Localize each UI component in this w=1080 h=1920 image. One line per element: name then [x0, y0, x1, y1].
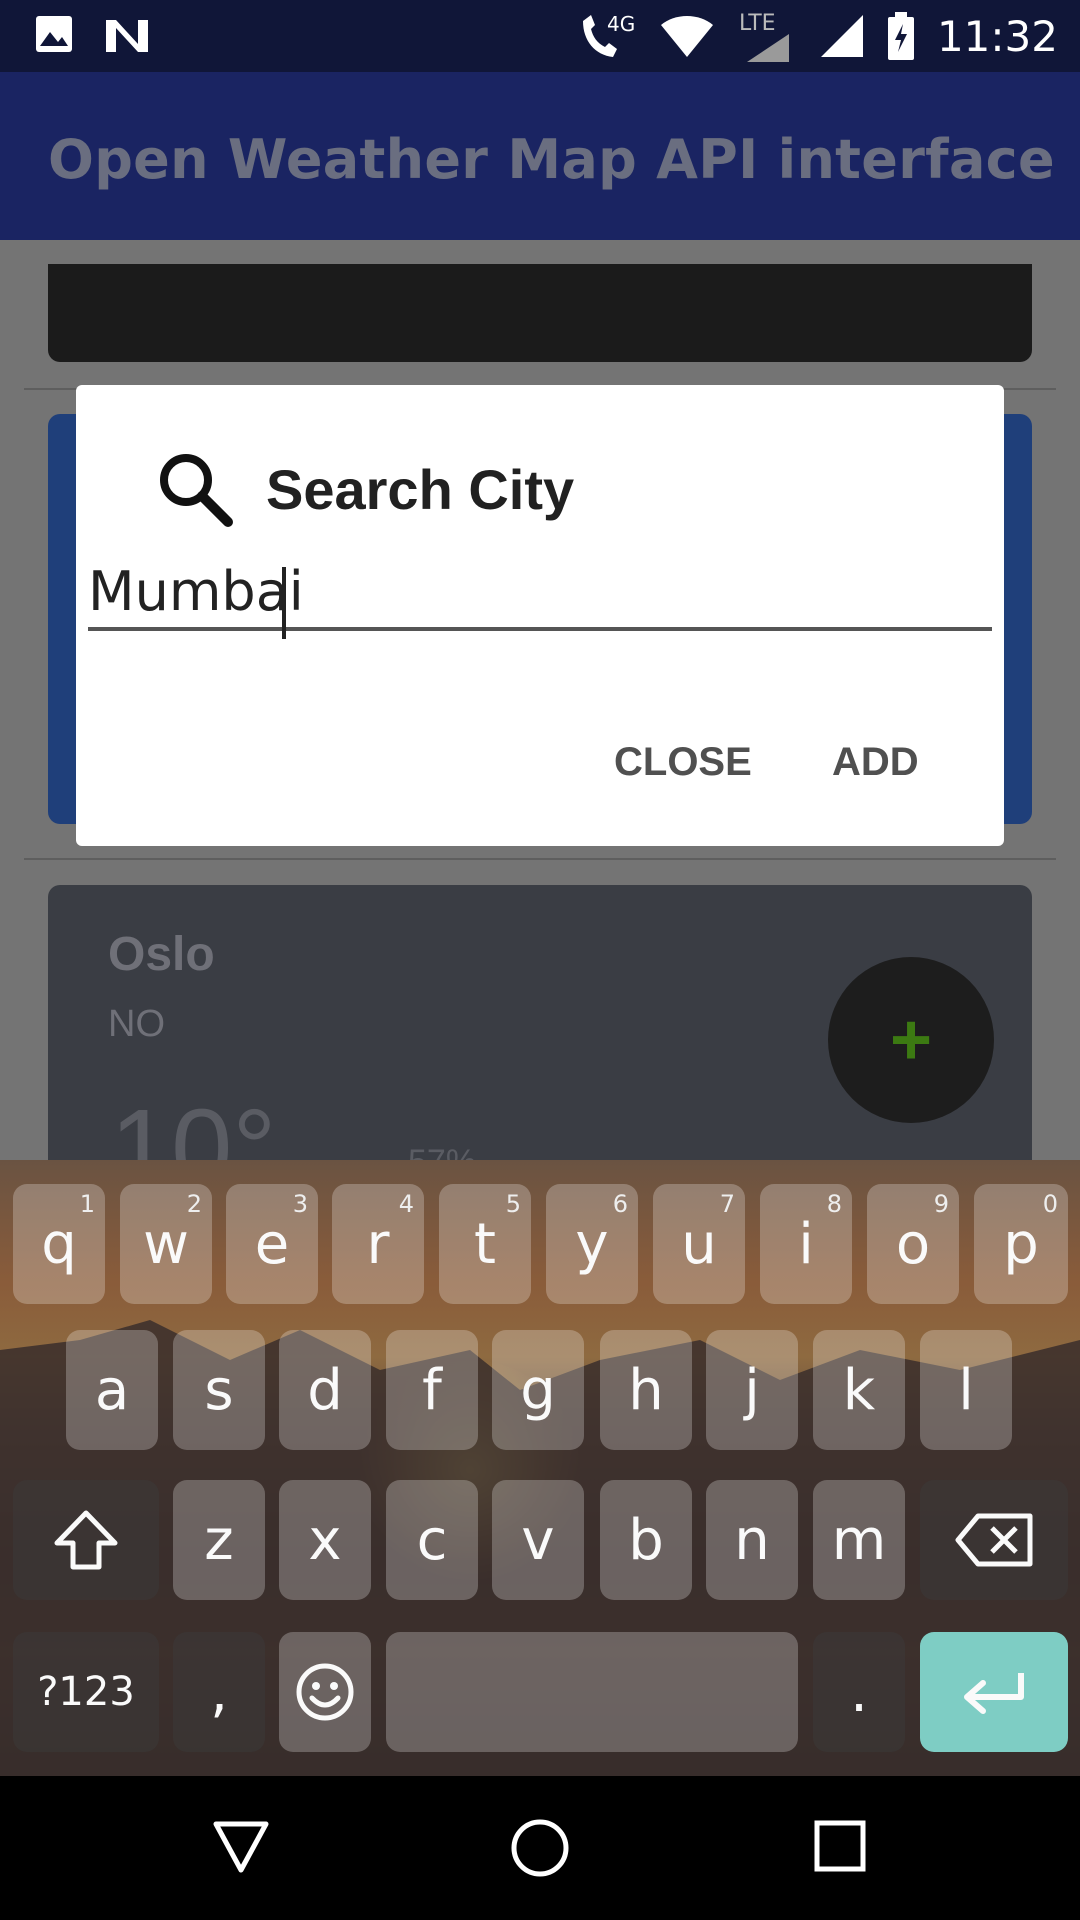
key-c[interactable]: c [386, 1480, 478, 1600]
image-icon [36, 16, 72, 52]
key-r[interactable]: r4 [332, 1184, 424, 1304]
key-v[interactable]: v [492, 1480, 584, 1600]
search-icon [160, 454, 233, 527]
home-icon[interactable] [510, 1818, 570, 1878]
search-city-dialog: Search City CLOSE ADD [76, 385, 1004, 846]
key-o[interactable]: o9 [867, 1184, 959, 1304]
key-u[interactable]: u7 [653, 1184, 745, 1304]
dialog-title: Search City [266, 458, 575, 521]
n-logo-icon [106, 20, 148, 52]
key-d[interactable]: d [279, 1330, 371, 1450]
key-y[interactable]: y6 [546, 1184, 638, 1304]
key-s[interactable]: s [173, 1330, 265, 1450]
weather-card-1[interactable] [48, 264, 1032, 362]
key-h[interactable]: h [600, 1330, 692, 1450]
status-bar: 4G LTE 11:32 [0, 0, 1080, 72]
recents-icon[interactable] [814, 1820, 866, 1872]
key-l[interactable]: l [920, 1330, 1012, 1450]
key-q[interactable]: q1 [13, 1184, 105, 1304]
space-key[interactable] [386, 1632, 798, 1752]
signal-icon [820, 15, 863, 57]
key-f[interactable]: f [386, 1330, 478, 1450]
svg-text:4G: 4G [607, 12, 635, 36]
divider [24, 858, 1056, 860]
period-key[interactable]: . [813, 1632, 905, 1752]
shift-icon [54, 1510, 118, 1570]
add-button[interactable]: ADD [832, 740, 919, 785]
emoji-key[interactable] [279, 1632, 371, 1752]
key-z[interactable]: z [173, 1480, 265, 1600]
backspace-key[interactable] [920, 1480, 1068, 1600]
symbols-key[interactable]: ?123 [13, 1632, 159, 1752]
key-w[interactable]: w2 [120, 1184, 212, 1304]
enter-key[interactable] [920, 1632, 1068, 1752]
key-n[interactable]: n [706, 1480, 798, 1600]
soft-keyboard: q1 w2 e3 r4 t5 y6 u7 i8 o9 p0 a s d f g … [0, 1160, 1080, 1776]
emoji-icon [296, 1663, 354, 1721]
card-country: NO [108, 1003, 165, 1045]
lte-signal-icon: LTE [739, 11, 789, 62]
city-search-input[interactable] [88, 555, 992, 631]
key-m[interactable]: m [813, 1480, 905, 1600]
wifi-call-4g-icon: 4G [582, 12, 635, 57]
card-city: Oslo [108, 928, 215, 981]
key-g[interactable]: g [492, 1330, 584, 1450]
text-cursor [282, 567, 286, 639]
plus-icon: + [889, 1000, 933, 1080]
add-city-fab[interactable]: + [828, 957, 994, 1123]
key-p[interactable]: p0 [974, 1184, 1068, 1304]
wifi-icon [660, 16, 713, 57]
key-e[interactable]: e3 [226, 1184, 318, 1304]
clock: 11:32 [936, 11, 1058, 61]
comma-key[interactable]: , [173, 1632, 265, 1752]
enter-arrow-icon [964, 1673, 1024, 1714]
key-a[interactable]: a [66, 1330, 158, 1450]
back-icon[interactable] [212, 1820, 270, 1874]
svg-text:LTE: LTE [739, 11, 776, 36]
backspace-icon [955, 1513, 1033, 1567]
key-k[interactable]: k [813, 1330, 905, 1450]
battery-charging-icon [887, 12, 914, 60]
key-j[interactable]: j [706, 1330, 798, 1450]
close-button[interactable]: CLOSE [614, 740, 752, 785]
navigation-bar [0, 1776, 1080, 1920]
app-bar: Open Weather Map API interface [0, 72, 1080, 240]
key-x[interactable]: x [279, 1480, 371, 1600]
key-t[interactable]: t5 [439, 1184, 531, 1304]
app-title: Open Weather Map API interface [48, 128, 1055, 191]
key-b[interactable]: b [600, 1480, 692, 1600]
key-i[interactable]: i8 [760, 1184, 852, 1304]
shift-key[interactable] [13, 1480, 159, 1600]
